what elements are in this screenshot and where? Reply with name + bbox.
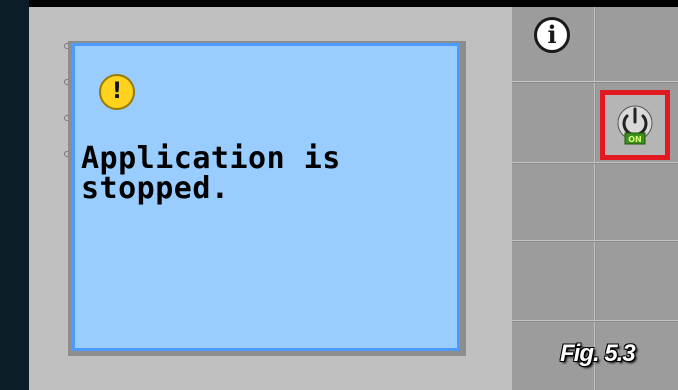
- figure-label: Fig. 5.3: [560, 340, 636, 367]
- screen: ! Application is stopped. i ON: [29, 7, 678, 390]
- softkey-divider: [512, 162, 678, 164]
- softkey-panel: i ON: [512, 7, 678, 390]
- power-on-button[interactable]: ON: [600, 90, 670, 160]
- display-frame: ! Application is stopped. i ON: [0, 0, 678, 390]
- softkey-divider-vertical: [594, 7, 596, 390]
- power-badge-text: ON: [628, 135, 642, 144]
- bezel-left: [0, 0, 29, 390]
- dialog-message: Application is stopped.: [81, 141, 341, 206]
- softkey-divider: [512, 240, 678, 242]
- softkey-divider: [512, 320, 678, 322]
- info-icon[interactable]: i: [534, 17, 570, 53]
- main-area: ! Application is stopped.: [29, 7, 512, 390]
- softkey-divider: [512, 81, 678, 83]
- power-on-icon: ON: [617, 105, 653, 145]
- alert-dialog[interactable]: ! Application is stopped.: [72, 43, 460, 351]
- warning-icon: !: [99, 74, 135, 110]
